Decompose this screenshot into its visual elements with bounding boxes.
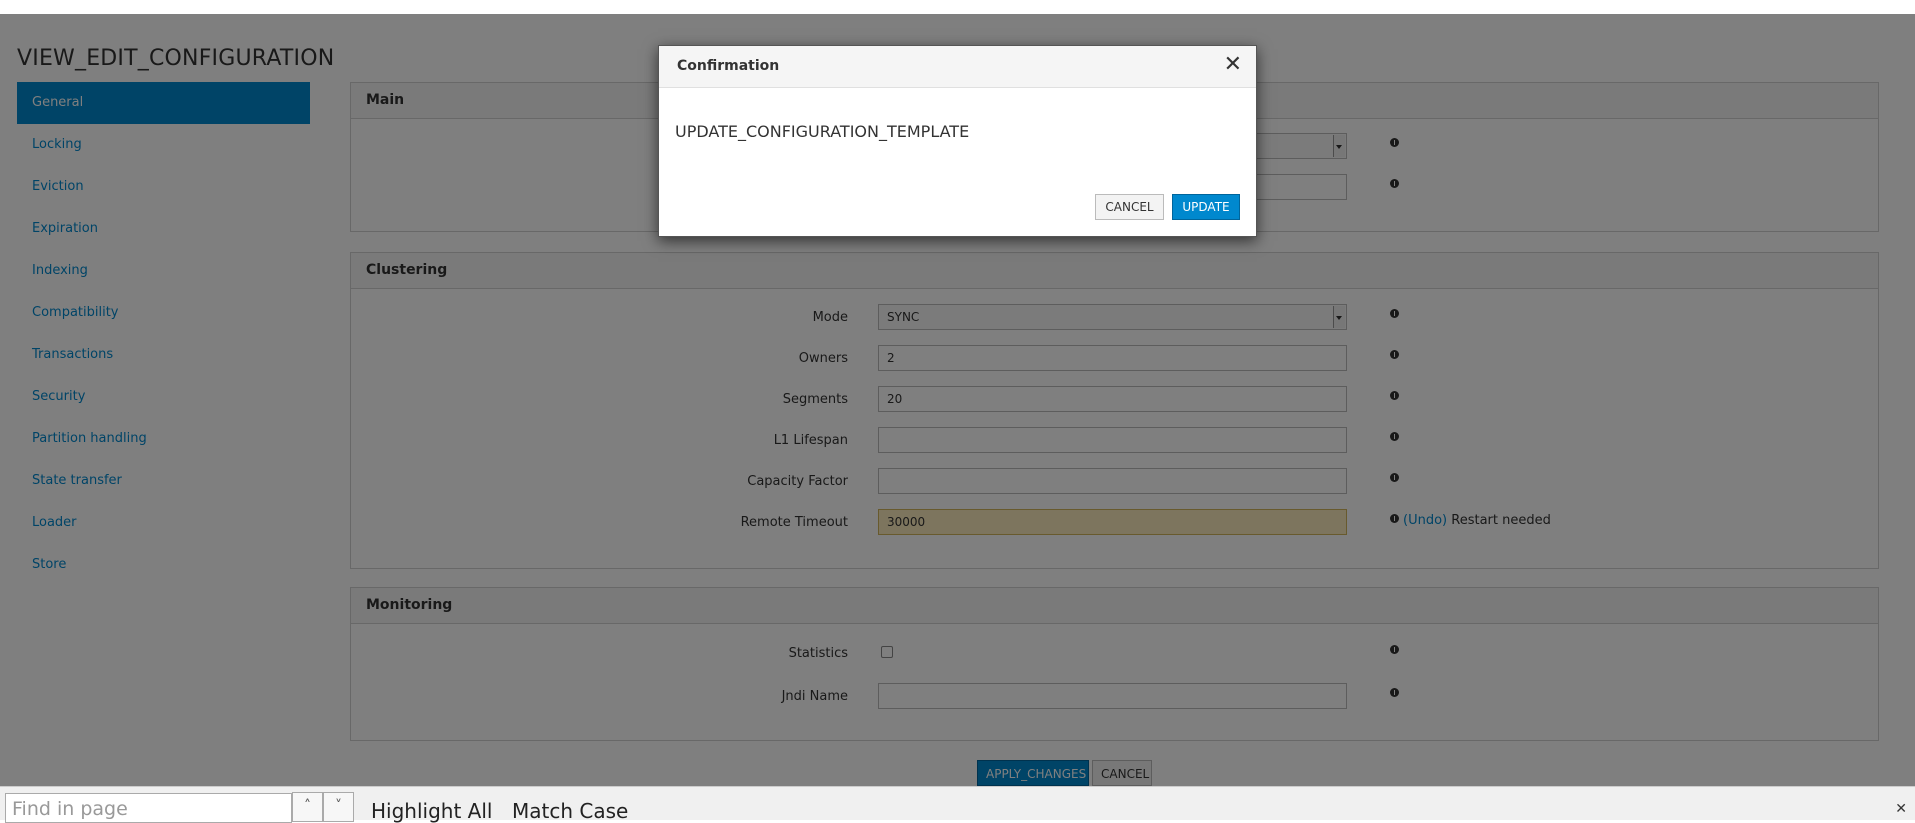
match-case-toggle[interactable]: Match Case [512,799,628,823]
find-bar: Find in page ˄ ˅ Highlight All Match Cas… [0,786,1915,823]
dialog-message: UPDATE_CONFIGURATION_TEMPLATE [675,122,970,141]
chevron-down-icon[interactable]: ˅ [323,792,354,822]
dialog-title: Confirmation [659,46,1256,88]
dialog-cancel-button[interactable]: CANCEL [1095,194,1164,220]
dialog-update-button[interactable]: UPDATE [1172,194,1240,220]
close-icon[interactable]: ✕ [1224,54,1242,76]
confirmation-dialog: Confirmation ✕ UPDATE_CONFIGURATION_TEMP… [658,45,1257,237]
browser-top-strip [0,0,1915,15]
highlight-all-toggle[interactable]: Highlight All [371,799,492,823]
close-icon[interactable]: ✕ [1895,801,1907,817]
chevron-up-icon[interactable]: ˄ [292,792,323,822]
